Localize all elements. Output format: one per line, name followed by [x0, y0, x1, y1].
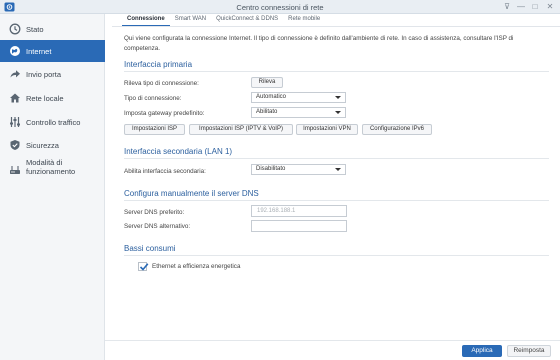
section-title-primary: Interfaccia primaria — [124, 60, 193, 69]
sidebar-item-invio-porta[interactable]: Invio porta — [0, 63, 105, 85]
chevron-down-icon — [335, 96, 341, 99]
detect-button[interactable]: Rileva — [251, 77, 283, 88]
section-divider — [124, 71, 549, 72]
intro-text: Qui viene configurata la connessione Int… — [124, 35, 514, 52]
default-gateway-label: Imposta gateway predefinito: — [124, 110, 205, 117]
secondary-interface-value: Disabilitato — [256, 166, 286, 172]
tabs-divider — [112, 26, 560, 27]
isp-settings-button[interactable]: Impostazioni ISP — [124, 124, 185, 135]
apply-button[interactable]: Applica — [462, 345, 502, 357]
energy-efficient-ethernet-checkbox[interactable] — [138, 262, 149, 271]
sidebar-item-modalita-funzionamento[interactable]: Modalità di funzionamento — [0, 158, 105, 184]
sidebar-item-label: Sicurezza — [26, 140, 59, 150]
vpn-settings-button[interactable]: Impostazioni VPN — [296, 124, 358, 135]
router-icon — [9, 164, 21, 176]
sidebar-item-label: Stato — [26, 24, 44, 34]
maximize-icon[interactable]: □ — [530, 2, 540, 12]
connection-type-label: Tipo di connessione: — [124, 95, 182, 102]
preferred-dns-input[interactable]: 192.168.188.1 — [251, 205, 347, 217]
pin-icon[interactable]: ⊽ — [502, 2, 512, 12]
section-title-dns: Configura manualmente il server DNS — [124, 189, 259, 198]
clock-icon — [9, 23, 21, 35]
tab-smart-wan[interactable]: Smart WAN — [170, 14, 211, 26]
sliders-icon — [9, 116, 21, 128]
sidebar-item-controllo-traffico[interactable]: Controllo traffico — [0, 111, 105, 133]
alternate-dns-input[interactable] — [251, 220, 347, 232]
default-gateway-value: Abilitato — [256, 109, 278, 115]
alternate-dns-label: Server DNS alternativo: — [124, 223, 191, 230]
default-gateway-select[interactable]: Abilitato — [251, 107, 346, 118]
chevron-down-icon — [335, 111, 341, 114]
section-divider — [124, 255, 549, 256]
ipv6-config-button[interactable]: Configurazione IPv6 — [362, 124, 432, 135]
sidebar-item-label: Modalità di funzionamento — [26, 158, 75, 176]
tab-bar: Connessione Smart WAN QuickConnect & DDN… — [122, 14, 325, 26]
section-divider — [124, 200, 549, 201]
window-title: Centro connessioni di rete — [236, 3, 324, 12]
tab-quickconnect-ddns[interactable]: QuickConnect & DDNS — [211, 14, 283, 26]
section-title-power: Bassi consumi — [124, 244, 176, 253]
isp-iptv-voip-settings-button[interactable]: Impostazioni ISP (IPTV & VoIP) — [189, 124, 293, 135]
energy-efficient-ethernet-label: Ethernet a efficienza energetica — [152, 263, 241, 270]
close-icon[interactable]: ✕ — [545, 2, 555, 12]
minimize-icon[interactable]: — — [516, 2, 526, 12]
preferred-dns-label: Server DNS preferito: — [124, 209, 185, 216]
section-title-secondary: Interfaccia secondaria (LAN 1) — [124, 147, 233, 156]
sidebar-item-label-line2: funzionamento — [26, 167, 76, 176]
checkmark-icon — [139, 263, 149, 271]
section-divider — [124, 158, 549, 159]
sidebar: Stato Internet Invio porta Rete locale C… — [0, 14, 105, 360]
secondary-interface-label: Abilita interfaccia secondaria: — [124, 168, 206, 175]
sidebar-item-stato[interactable]: Stato — [0, 18, 105, 40]
connection-type-value: Automatico — [256, 94, 287, 100]
reset-button[interactable]: Reimposta — [507, 345, 551, 357]
title-bar: Centro connessioni di rete ⊽ — □ ✕ — [0, 0, 560, 14]
home-icon — [9, 92, 21, 104]
chevron-down-icon — [335, 168, 341, 171]
tab-connessione[interactable]: Connessione — [122, 14, 170, 26]
sidebar-item-label: Internet — [26, 46, 52, 56]
forward-arrow-icon — [9, 68, 21, 80]
detect-connection-label: Rileva tipo di connessione: — [124, 80, 199, 87]
sidebar-item-label: Controllo traffico — [26, 117, 81, 127]
sidebar-item-label: Rete locale — [26, 93, 64, 103]
tab-rete-mobile[interactable]: Rete mobile — [283, 14, 325, 26]
footer-divider — [105, 340, 560, 341]
sidebar-item-sicurezza[interactable]: Sicurezza — [0, 134, 105, 156]
globe-icon — [9, 45, 21, 57]
sidebar-item-rete-locale[interactable]: Rete locale — [0, 87, 105, 109]
sidebar-item-internet[interactable]: Internet — [0, 40, 105, 62]
secondary-interface-select[interactable]: Disabilitato — [251, 164, 346, 175]
connection-type-select[interactable]: Automatico — [251, 92, 346, 103]
shield-icon — [9, 139, 21, 151]
sidebar-item-label: Invio porta — [26, 69, 62, 79]
sidebar-item-label-line1: Modalità di — [26, 158, 63, 167]
